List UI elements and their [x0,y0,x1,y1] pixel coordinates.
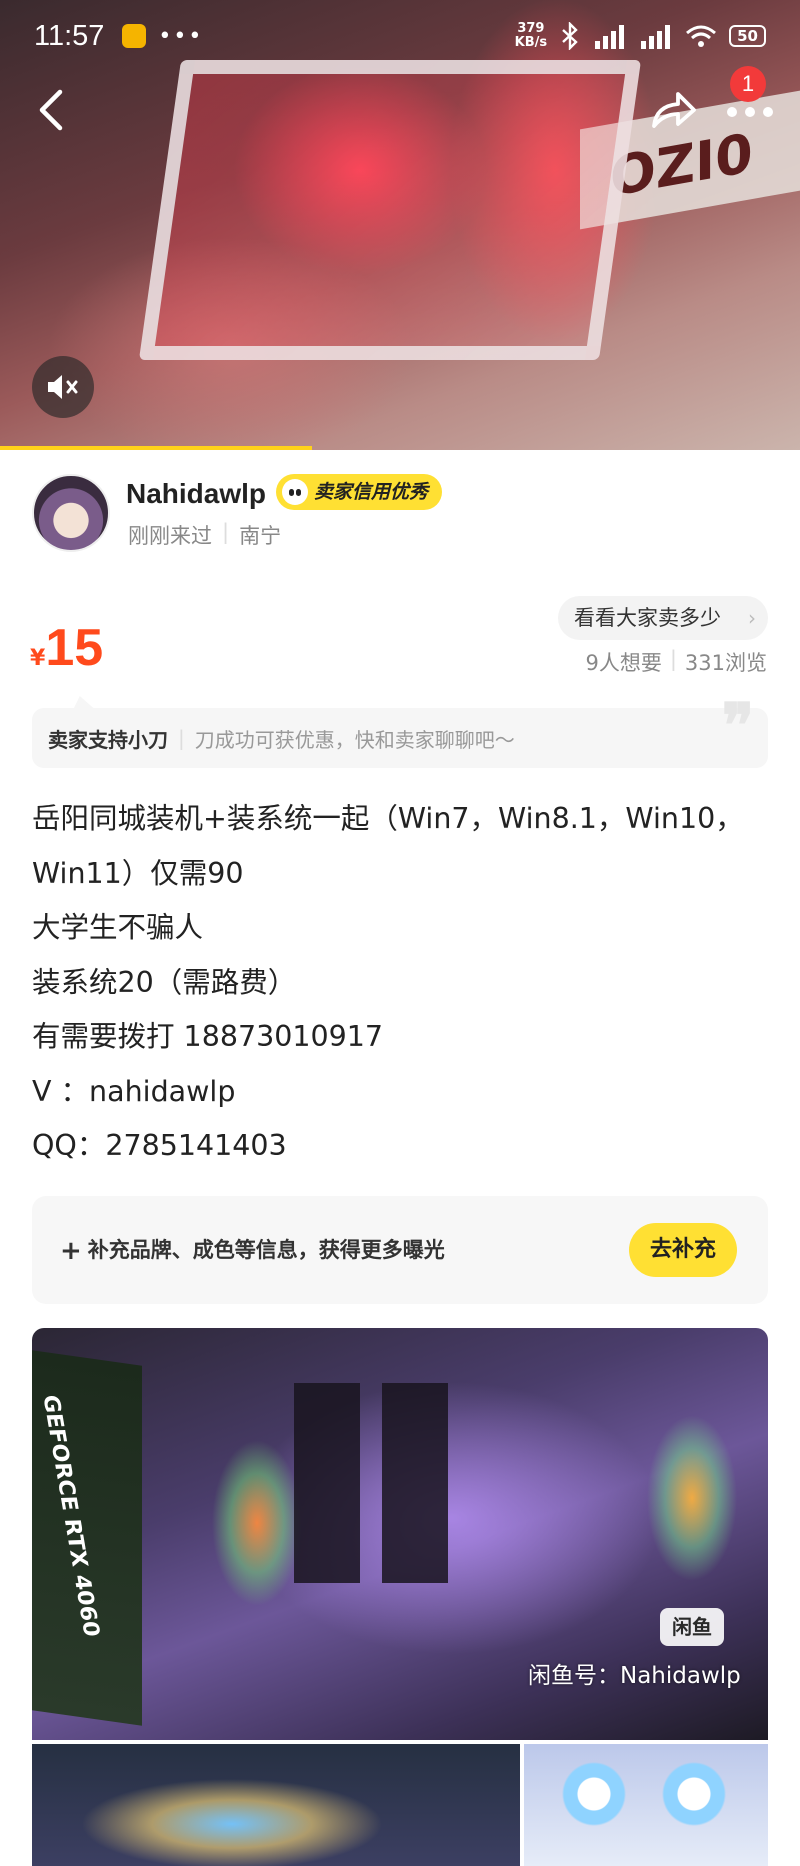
supplement-prompt: + 补充品牌、成色等信息，获得更多曝光 [60,1234,445,1266]
bargain-banner[interactable]: 卖家支持小刀 | 刀成功可获优惠，快和卖家聊聊吧～ ❞ [32,696,768,768]
quote-mark-icon: ❞ [721,691,754,761]
network-speed: 379 KB/s [515,22,547,50]
seller-meta: 刚刚来过 | 南宁 [128,520,281,550]
supplement-text: 补充品牌、成色等信息，获得更多曝光 [87,1238,445,1262]
supplement-info-card: + 补充品牌、成色等信息，获得更多曝光 去补充 [32,1196,768,1304]
bluetooth-icon [562,22,578,50]
credit-badge-label: 卖家信用优秀 [314,481,429,503]
product-description: 岳阳同城装机+装系统一起（Win7，Win8.1，Win10， Win11）仅需… [32,792,772,1174]
smiley-icon [282,479,308,505]
supplement-button[interactable]: 去补充 [629,1223,737,1277]
network-speed-unit: KB/s [514,35,548,50]
listing-stats: 9人想要 | 331浏览 [585,647,767,677]
description-line: 大学生不骗人 [32,911,204,944]
wifi-icon [686,25,717,47]
notification-badge: 1 [730,66,766,102]
divider: | [178,726,185,750]
avatar[interactable] [32,474,110,552]
signal-icon-2 [641,25,671,49]
pc-case-image [138,60,642,360]
description-line: Win11）仅需90 [32,856,244,890]
mute-button[interactable] [32,356,94,418]
compare-prices-button[interactable]: 看看大家卖多少 › [558,596,768,640]
description-line: QQ：2785141403 [32,1129,287,1162]
video-progress-bar[interactable] [0,446,312,450]
divider: | [222,520,230,544]
last-seen: 刚刚来过 [128,524,212,548]
divider: | [669,647,677,671]
seller-name[interactable]: Nahidawlp [126,478,266,510]
description-line: 岳阳同城装机+装系统一起（Win7，Win8.1，Win10， [32,802,744,835]
gpu-box: GEFORCE RTX 4060 [32,1350,142,1726]
signal-icon [595,25,625,49]
description-line: 有需要拨打 18873010917 [32,1020,384,1053]
notification-app-icon [122,24,147,48]
price-currency: ¥ [30,646,46,671]
ram-stick [382,1383,448,1583]
gpu-box-text: GEFORCE RTX 4060 [37,1394,104,1637]
share-icon[interactable] [648,84,698,134]
network-speed-value: 379 [517,21,545,36]
price: ¥15 [30,618,103,678]
product-photo-thumbnail[interactable] [32,1744,520,1866]
description-line: V ：nahidawlp [32,1074,236,1108]
seller-location: 南宁 [239,524,282,548]
watermark-text: 闲鱼号：Nahidawlp [528,1663,741,1689]
bargain-title: 卖家支持小刀 [48,727,168,752]
compare-prices-label: 看看大家卖多少 [574,606,721,630]
chevron-right-icon: › [748,606,756,630]
speaker-muted-icon [48,375,78,399]
watermark-logo: 闲鱼 [660,1608,724,1646]
product-photo[interactable]: GEFORCE RTX 4060 闲鱼 闲鱼号：Nahidawlp [32,1328,768,1740]
bargain-text: 刀成功可获优惠，快和卖家聊聊吧～ [194,727,515,752]
product-photo-thumbnail[interactable] [524,1744,768,1866]
back-icon[interactable] [30,82,78,138]
wants-count: 9人想要 [585,651,662,675]
price-value: 15 [45,619,104,677]
ram-stick [294,1383,360,1583]
speech-tail [72,696,98,712]
description-line: 装系统20（需路费） [32,965,297,999]
battery-indicator: 50 [729,25,766,47]
seller-info[interactable]: Nahidawlp 卖家信用优秀 刚刚来过 | 南宁 [32,474,772,554]
status-time: 11:57 [34,19,105,52]
plus-icon: + [60,1236,82,1266]
status-dots: ••• [158,23,204,49]
status-bar: 11:57 ••• 379 KB/s 50 [0,0,800,72]
views-count: 331浏览 [684,651,767,675]
credit-badge[interactable]: 卖家信用优秀 [276,474,443,510]
